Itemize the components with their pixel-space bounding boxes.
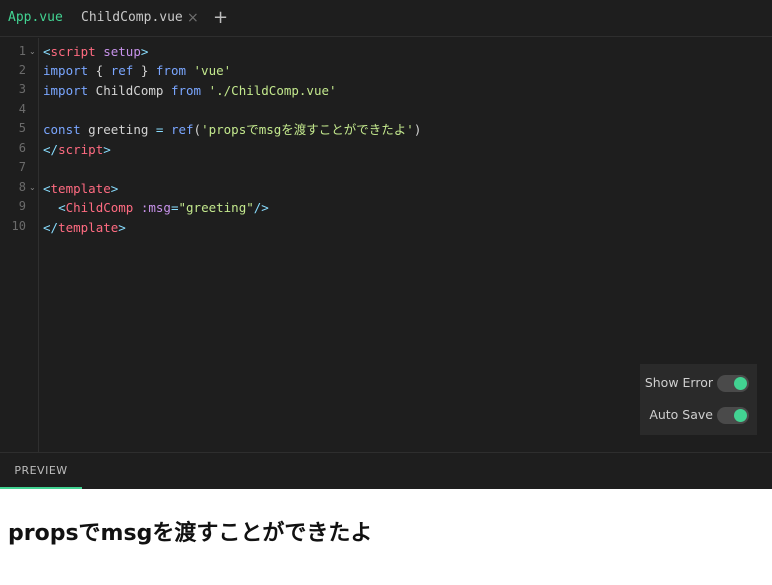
code-line-9: <ChildComp :msg="greeting"/> <box>58 200 269 215</box>
auto-save-toggle-row[interactable]: Auto Save <box>640 403 757 427</box>
fold-chevron-icon[interactable]: ⌄ <box>29 42 36 61</box>
code-line-2: import { ref } from 'vue' <box>43 63 232 78</box>
code-editor: App.vue ChildComp.vue × + 1 ⌄ 2 3 4 5 6 … <box>0 0 772 452</box>
line-number: 10 <box>11 219 26 233</box>
line-number: 9 <box>18 199 26 213</box>
line-number: 6 <box>18 141 26 155</box>
preview-tab-bar: PREVIEW <box>0 452 772 490</box>
tab-preview[interactable]: PREVIEW <box>0 453 82 490</box>
line-number: 5 <box>18 121 26 135</box>
code-line-10: </template> <box>43 220 126 235</box>
line-number: 1 <box>18 44 26 58</box>
line-number: 3 <box>18 82 26 96</box>
fold-chevron-icon[interactable]: ⌄ <box>29 178 36 197</box>
switch-knob <box>734 377 747 390</box>
switch-knob <box>734 409 747 422</box>
show-error-switch[interactable] <box>717 375 749 392</box>
show-error-label: Show Error <box>644 375 713 390</box>
code-line-5: const greeting = ref('propsでmsgを渡すことができた… <box>43 122 422 137</box>
show-error-toggle-row[interactable]: Show Error <box>640 371 757 395</box>
line-number: 7 <box>18 160 26 174</box>
preview-heading: propsでmsgを渡すことができたよ <box>8 521 373 546</box>
editor-options-panel: Show Error Auto Save <box>640 364 757 435</box>
close-tab-icon[interactable]: × <box>187 0 199 37</box>
line-number: 2 <box>18 63 26 77</box>
preview-pane: propsでmsgを渡すことができたよ <box>0 489 772 585</box>
code-line-1: <script setup> <box>43 44 149 59</box>
auto-save-switch[interactable] <box>717 407 749 424</box>
line-number-gutter: 1 ⌄ 2 3 4 5 6 7 8 ⌄ 9 10 <box>0 38 39 452</box>
tab-app-vue[interactable]: App.vue <box>8 0 63 37</box>
file-tab-bar: App.vue ChildComp.vue × + <box>0 0 772 37</box>
auto-save-label: Auto Save <box>649 407 713 422</box>
code-line-6: </script> <box>43 142 111 157</box>
add-file-icon[interactable]: + <box>213 0 228 37</box>
line-number: 8 <box>18 180 26 194</box>
line-number: 4 <box>18 102 26 116</box>
tab-childcomp-vue[interactable]: ChildComp.vue <box>81 0 183 37</box>
code-line-3: import ChildComp from './ChildComp.vue' <box>43 83 337 98</box>
code-line-8: <template> <box>43 181 119 196</box>
